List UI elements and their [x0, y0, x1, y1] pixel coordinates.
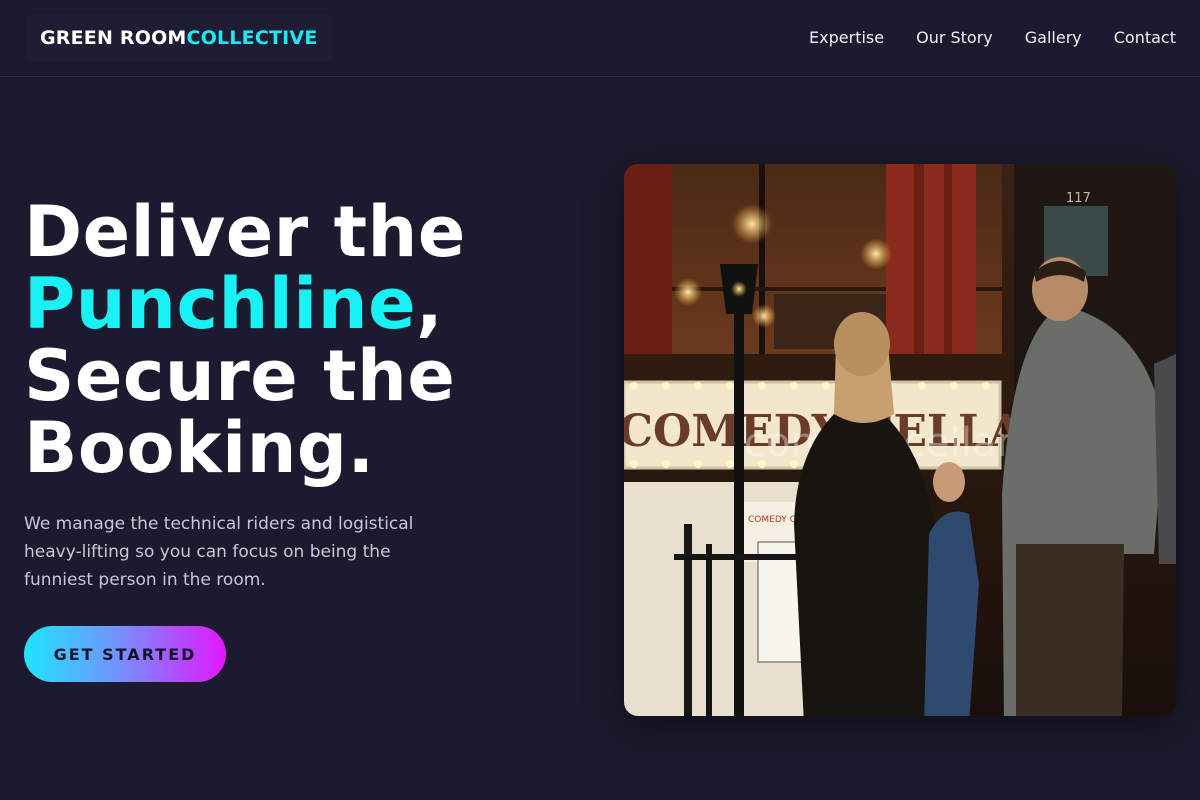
logo-text-primary: GREEN ROOM: [40, 27, 187, 49]
nav-link-gallery[interactable]: Gallery: [1025, 28, 1082, 47]
hero-subtitle: We manage the technical riders and logis…: [24, 514, 414, 590]
hero-title-line3: Secure the: [24, 335, 456, 417]
nav-link-our-story[interactable]: Our Story: [916, 28, 993, 47]
hero-title-comma: ,: [416, 263, 444, 345]
hero-photo: 117 COMEDY CELLAR comedycellar.com COMED…: [624, 164, 1176, 716]
hero-title-line1: Deliver the: [24, 191, 466, 273]
site-header: GREEN ROOM COLLECTIVE Expertise Our Story…: [0, 0, 1200, 77]
main-nav: Expertise Our Story Gallery Contact: [809, 25, 1176, 49]
comedy-club-photo: 117 COMEDY CELLAR comedycellar.com COMED…: [624, 164, 1176, 716]
get-started-button[interactable]: GET STARTED: [24, 626, 226, 682]
site-logo[interactable]: GREEN ROOM COLLECTIVE: [26, 14, 332, 62]
door-number-text: 117: [1066, 191, 1091, 206]
hero-title: Deliver the Punchline, Secure the Bookin…: [24, 196, 584, 484]
nav-link-contact[interactable]: Contact: [1114, 28, 1176, 47]
logo-text-accent: COLLECTIVE: [186, 27, 318, 49]
hero-title-line4: Booking.: [24, 407, 375, 489]
nav-link-expertise[interactable]: Expertise: [809, 28, 884, 47]
hero-title-accent: Punchline: [24, 263, 417, 345]
